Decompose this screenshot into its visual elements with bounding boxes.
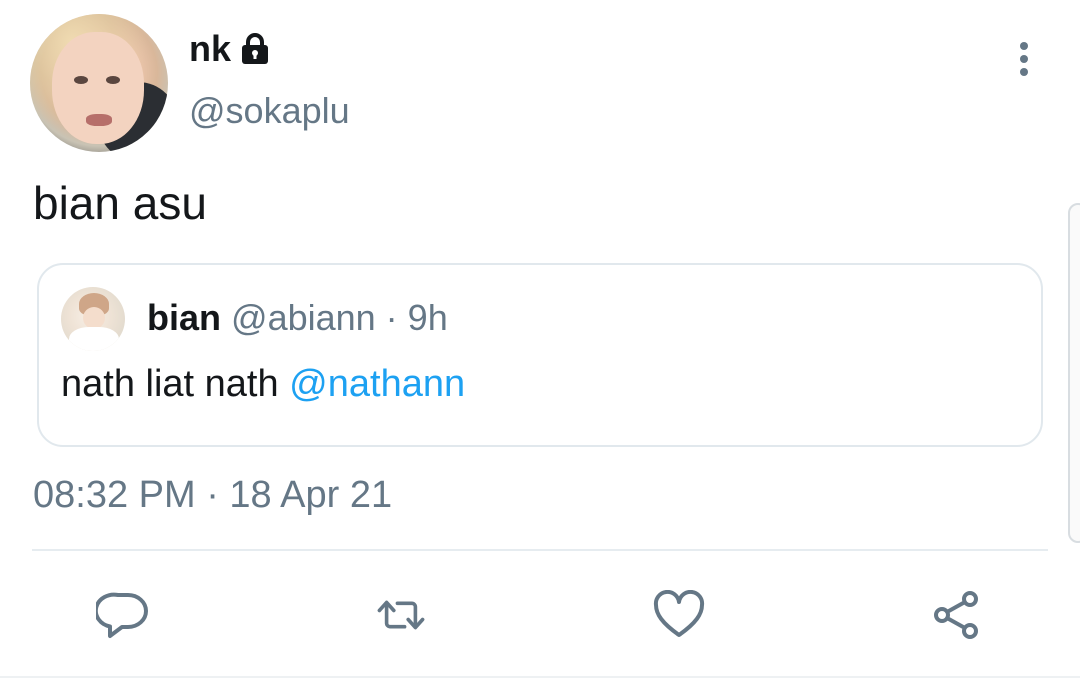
share-icon bbox=[934, 591, 978, 639]
heart-icon bbox=[653, 590, 705, 637]
mention-link[interactable]: @nathann bbox=[289, 363, 465, 405]
quoted-meta: @abiann · 9h bbox=[231, 297, 448, 338]
scrollbar[interactable] bbox=[1068, 203, 1080, 543]
quoted-text-body: nath liat nath bbox=[61, 363, 290, 405]
share-button[interactable] bbox=[930, 590, 984, 640]
reply-button[interactable] bbox=[96, 590, 150, 640]
display-name-text: nk bbox=[189, 28, 232, 69]
retweet-button[interactable] bbox=[374, 590, 428, 640]
author-display-name[interactable]: nk bbox=[189, 28, 271, 70]
quoted-header: bian @abiann · 9h bbox=[147, 297, 448, 339]
quoted-author-avatar[interactable] bbox=[61, 287, 125, 351]
quoted-text: nath liat nath @nathann bbox=[61, 363, 465, 406]
quoted-author-name: bian bbox=[147, 297, 222, 338]
tweet-detail: nk @sokaplu bian asu bian @abiann · 9h n… bbox=[0, 0, 1080, 694]
bottom-divider bbox=[0, 676, 1080, 678]
retweet-icon bbox=[377, 600, 425, 630]
author-avatar[interactable] bbox=[30, 14, 168, 152]
tweet-timestamp[interactable]: 08:32 PM · 18 Apr 21 bbox=[33, 474, 392, 517]
like-button[interactable] bbox=[652, 590, 706, 640]
lock-icon bbox=[239, 32, 271, 66]
more-vertical-icon[interactable] bbox=[1012, 40, 1036, 80]
author-handle[interactable]: @sokaplu bbox=[189, 90, 350, 132]
reply-icon bbox=[96, 592, 148, 638]
quoted-tweet[interactable]: bian @abiann · 9h nath liat nath @nathan… bbox=[37, 263, 1043, 447]
divider bbox=[32, 549, 1048, 551]
tweet-text: bian asu bbox=[33, 177, 207, 229]
